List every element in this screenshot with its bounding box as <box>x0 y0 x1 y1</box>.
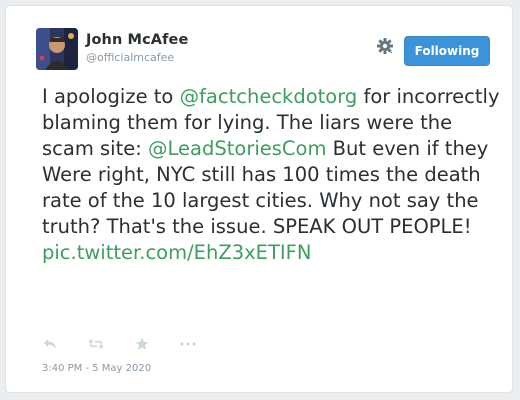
tweet-link[interactable]: @factcheckdotorg <box>180 85 358 108</box>
tweet-text: I apologize to @factcheckdotorg for inco… <box>42 84 502 266</box>
author-handle[interactable]: @officialmcafee <box>86 51 174 64</box>
following-button[interactable]: Following <box>404 36 490 66</box>
more-icon[interactable] <box>180 336 196 352</box>
avatar[interactable] <box>36 28 78 70</box>
retweet-icon[interactable] <box>88 336 104 352</box>
author-name[interactable]: John McAfee <box>86 32 188 48</box>
tweet-text-segment: I apologize to <box>42 85 180 108</box>
tweet-actions <box>42 334 226 354</box>
avatar-image <box>36 28 78 70</box>
tweet-link[interactable]: @LeadStoriesCom <box>148 137 326 160</box>
like-star-icon[interactable] <box>134 336 150 352</box>
reply-icon[interactable] <box>42 336 58 352</box>
gear-icon[interactable] <box>375 36 395 56</box>
tweet-link[interactable]: pic.twitter.com/EhZ3xETIFN <box>42 241 311 264</box>
tweet-card: John McAfee @officialmcafee Following I … <box>5 5 513 393</box>
timestamp[interactable]: 3:40 PM - 5 May 2020 <box>42 363 151 374</box>
